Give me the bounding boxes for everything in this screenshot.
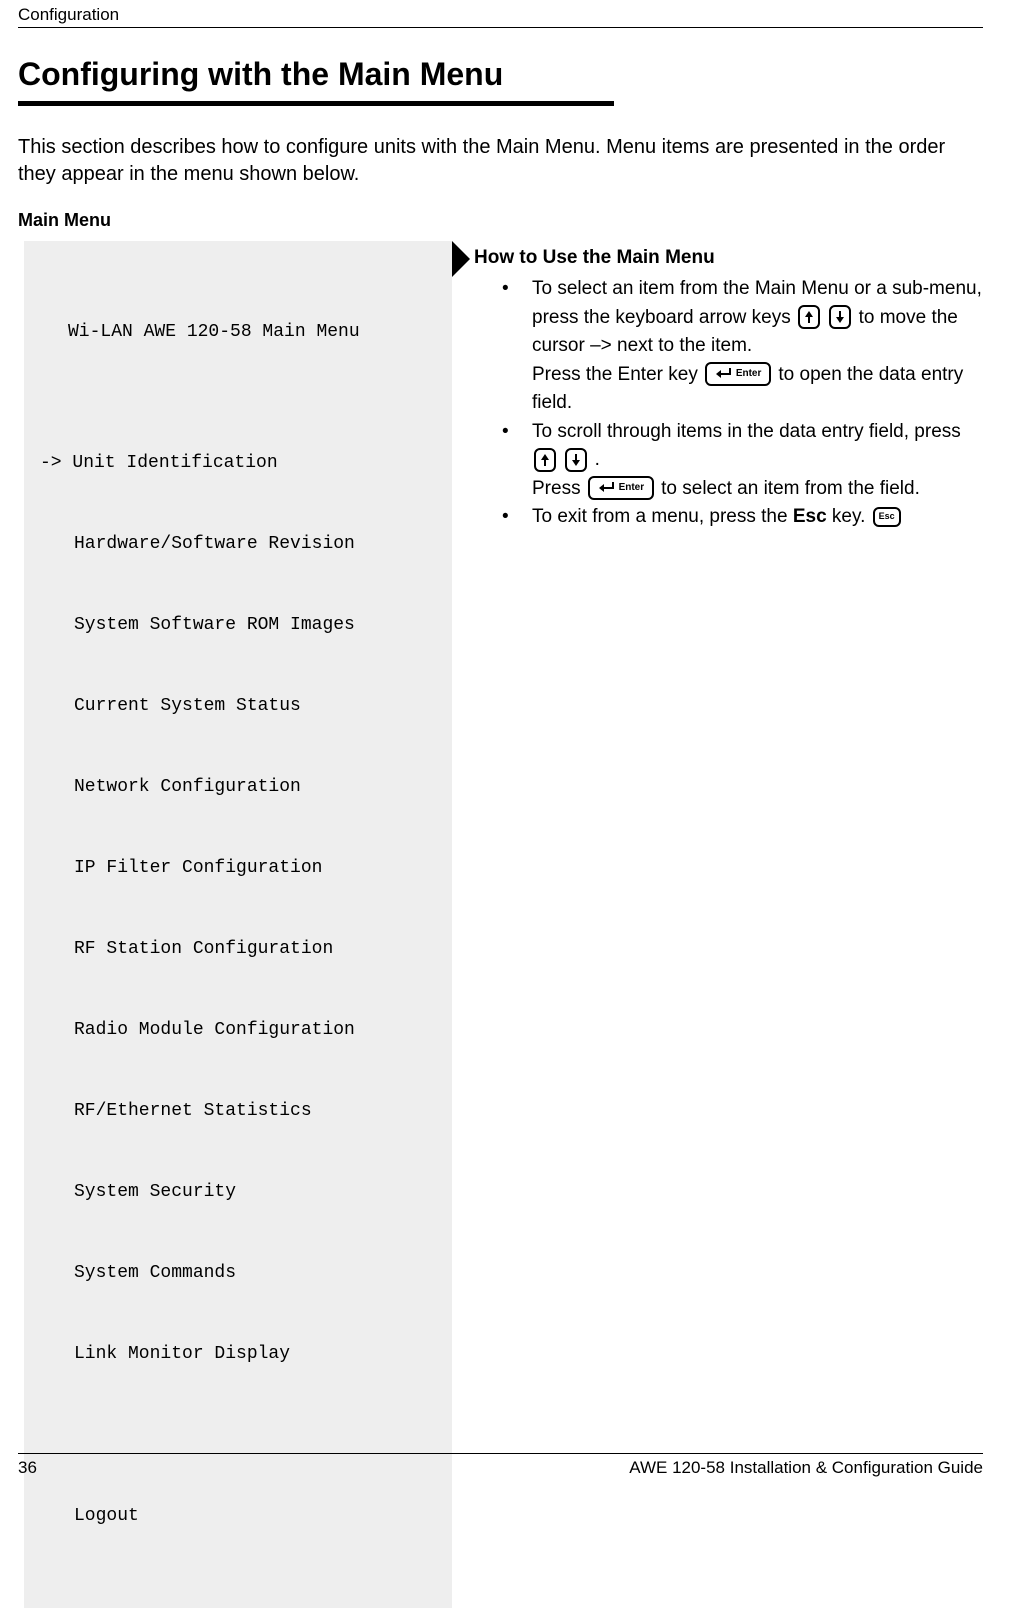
text: Press — [532, 478, 586, 499]
down-arrow-key-icon — [829, 305, 851, 329]
menu-item: Network Configuration — [40, 774, 440, 801]
howto-list: To select an item from the Main Menu or … — [474, 275, 983, 532]
howto-bullet-2: To scroll through items in the data entr… — [502, 418, 983, 504]
howto-bullet-3: To exit from a menu, press the Esc key. … — [502, 503, 983, 532]
page-title: Configuring with the Main Menu — [18, 56, 983, 93]
text: To exit from a menu, press the — [532, 506, 793, 527]
esc-key-icon: Esc — [873, 507, 901, 527]
two-column-layout: Wi-LAN AWE 120-58 Main Menu Unit Identif… — [18, 241, 983, 1608]
page: Configuration Configuring with the Main … — [0, 0, 1013, 1500]
down-arrow-key-icon — [565, 448, 587, 472]
menu-item: System Software ROM Images — [40, 612, 440, 639]
howto-bullet-1: To select an item from the Main Menu or … — [502, 275, 983, 418]
howto-panel: How to Use the Main Menu To select an it… — [460, 241, 983, 532]
menu-item: RF Station Configuration — [40, 936, 440, 963]
menu-item: IP Filter Configuration — [40, 855, 440, 882]
header-rule — [18, 27, 983, 28]
footer: 36 AWE 120-58 Installation & Configurati… — [18, 1453, 983, 1478]
text: to select an item from the field. — [661, 478, 920, 499]
menu-item: Hardware/Software Revision — [40, 531, 440, 558]
pointer-triangle-icon — [452, 241, 470, 277]
footer-line: 36 AWE 120-58 Installation & Configurati… — [18, 1458, 983, 1478]
enter-key-icon: Enter — [705, 362, 771, 386]
enter-key-label: Enter — [619, 483, 645, 493]
text: . — [595, 449, 600, 470]
menu-wrapper: Wi-LAN AWE 120-58 Main Menu Unit Identif… — [24, 241, 452, 1608]
intro-paragraph: This section describes how to configure … — [18, 134, 983, 188]
esc-word: Esc — [793, 506, 827, 527]
menu-item: System Security — [40, 1179, 440, 1206]
menu-item: Radio Module Configuration — [40, 1017, 440, 1044]
enter-word: Enter — [618, 364, 663, 385]
text: key. — [827, 506, 871, 527]
text: key — [663, 364, 703, 385]
text: To scroll through items in the data entr… — [532, 421, 961, 442]
footer-rule — [18, 1453, 983, 1454]
enter-key-label: Enter — [736, 369, 762, 379]
doc-title: AWE 120-58 Installation & Configuration … — [629, 1458, 983, 1478]
text: Press the — [532, 364, 618, 385]
running-header: Configuration — [18, 5, 983, 25]
menu-item: Link Monitor Display — [40, 1341, 440, 1368]
esc-key-label: Esc — [879, 512, 895, 521]
menu-item: System Commands — [40, 1260, 440, 1287]
up-arrow-key-icon — [798, 305, 820, 329]
howto-heading: How to Use the Main Menu — [474, 247, 983, 269]
up-arrow-key-icon — [534, 448, 556, 472]
enter-key-icon: Enter — [588, 476, 654, 500]
menu-logout: Logout — [40, 1503, 440, 1530]
menu-item: Current System Status — [40, 693, 440, 720]
menu-title: Wi-LAN AWE 120-58 Main Menu — [40, 319, 440, 346]
main-menu-subhead: Main Menu — [18, 210, 983, 231]
title-rule — [18, 101, 614, 106]
page-number: 36 — [18, 1458, 37, 1478]
menu-item: Unit Identification — [40, 450, 440, 477]
menu-box: Wi-LAN AWE 120-58 Main Menu Unit Identif… — [24, 241, 452, 1608]
menu-item: RF/Ethernet Statistics — [40, 1098, 440, 1125]
